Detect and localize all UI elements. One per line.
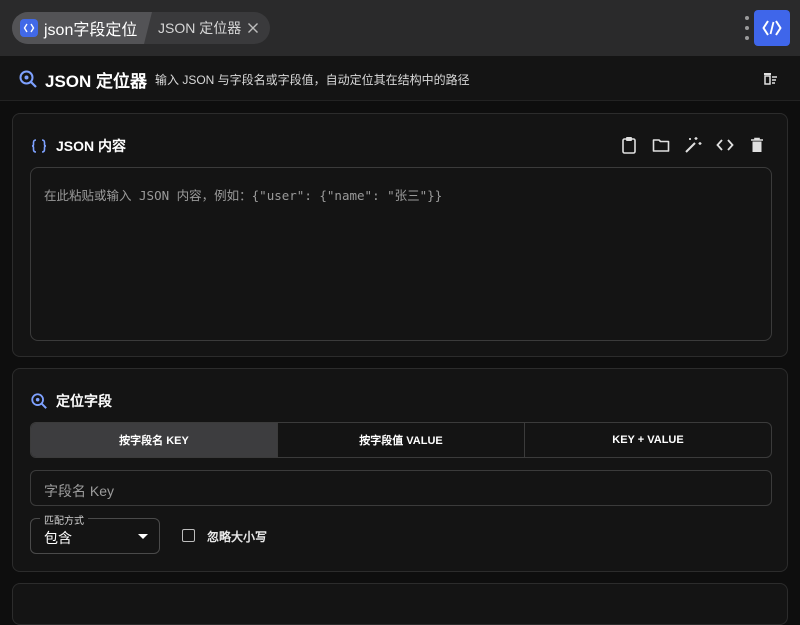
- card-title: JSON 内容: [56, 138, 127, 154]
- tab-group: json字段定位 JSON 定位器: [12, 12, 270, 44]
- page-title: JSON 定位器: [45, 72, 148, 91]
- field-key-placeholder: 字段名 Key: [44, 483, 115, 499]
- ignore-case-checkbox[interactable]: [182, 529, 195, 542]
- page-subtitle: 输入 JSON 与字段名或字段值，自动定位其在结构中的路径: [155, 73, 470, 87]
- json-placeholder: 在此粘贴或输入 JSON 内容，例如：{"user": {"name": "张三…: [44, 188, 443, 203]
- locate-search-icon: [18, 69, 38, 89]
- tab-json-field-locate[interactable]: json字段定位: [12, 12, 152, 44]
- code-icon[interactable]: [715, 135, 735, 155]
- clear-all-icon[interactable]: [761, 69, 779, 87]
- locate-field-card: 定位字段 按字段名 KEY 按字段值 VALUE KEY + VALUE 字段名…: [12, 368, 788, 572]
- more-options-icon[interactable]: [743, 16, 751, 40]
- card-header: 定位字段: [30, 391, 112, 411]
- card-title: 定位字段: [56, 393, 112, 409]
- caret-down-icon: [138, 534, 148, 539]
- tab-json-locator[interactable]: JSON 定位器: [152, 12, 270, 44]
- page-header: JSON 定位器 输入 JSON 与字段名或字段值，自动定位其在结构中的路径: [0, 56, 800, 101]
- json-content-card: JSON 内容 在此粘贴或输入 JSON 内容，例如：{"user": {"na…: [12, 113, 788, 357]
- match-mode-value: 包含: [44, 530, 72, 546]
- folder-icon[interactable]: [651, 135, 671, 155]
- close-icon[interactable]: [246, 21, 260, 35]
- app-logo-icon[interactable]: [754, 10, 790, 46]
- tab-label: JSON 定位器: [158, 20, 242, 36]
- card-header: JSON 内容: [30, 136, 126, 156]
- magic-wand-icon[interactable]: [683, 135, 703, 155]
- clipboard-icon[interactable]: [619, 135, 639, 155]
- match-mode-select[interactable]: 匹配方式 包含: [30, 512, 160, 554]
- json-input-textarea[interactable]: 在此粘贴或输入 JSON 内容，例如：{"user": {"name": "张三…: [30, 167, 772, 341]
- field-key-input[interactable]: 字段名 Key: [30, 470, 772, 506]
- mode-value-button[interactable]: 按字段值 VALUE: [278, 423, 525, 457]
- trash-icon[interactable]: [747, 135, 767, 155]
- mode-segmented-control: 按字段名 KEY 按字段值 VALUE KEY + VALUE: [30, 422, 772, 458]
- ignore-case-label: 忽略大小写: [207, 530, 268, 544]
- mode-key-button[interactable]: 按字段名 KEY: [31, 423, 278, 457]
- results-card: [12, 583, 788, 625]
- json-toolbar: [619, 135, 767, 155]
- tab-bar: json字段定位 JSON 定位器: [0, 0, 800, 57]
- braces-icon: [30, 137, 48, 155]
- tab-label: json字段定位: [44, 22, 138, 39]
- code-brackets-icon: [20, 19, 38, 37]
- mode-key-value-button[interactable]: KEY + VALUE: [525, 423, 771, 457]
- locate-search-icon: [30, 392, 48, 410]
- match-mode-legend: 匹配方式: [40, 512, 88, 527]
